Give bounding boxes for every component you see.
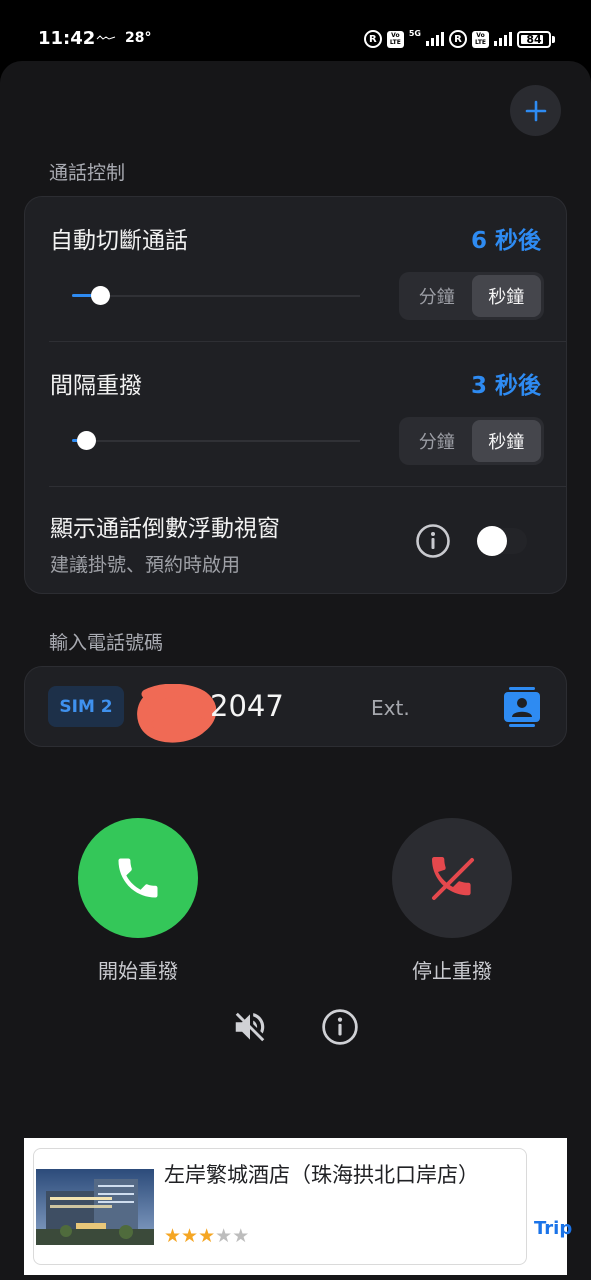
redial-interval-value: 3 秒後 bbox=[470, 373, 541, 399]
phone-number-input[interactable]: 2047 bbox=[210, 689, 284, 723]
floating-window-toggle[interactable] bbox=[477, 526, 527, 556]
start-redial-label: 開始重撥 bbox=[98, 959, 178, 983]
divider bbox=[49, 341, 566, 342]
auto-hangup-slider-thumb[interactable] bbox=[91, 286, 111, 305]
roaming-r-icon: R bbox=[363, 30, 382, 48]
extension-button[interactable]: Ext. bbox=[371, 696, 410, 720]
volte-icon: Vo LTE bbox=[386, 30, 404, 48]
auto-hangup-unit-toggle: 分鐘 秒鐘 bbox=[399, 272, 544, 320]
auto-hangup-slider-track[interactable] bbox=[72, 295, 360, 297]
ad-title[interactable]: 左岸繁城酒店（珠海拱北口岸店） bbox=[164, 1161, 504, 1190]
plus-icon bbox=[525, 100, 546, 121]
battery-icon: 84 bbox=[517, 30, 551, 48]
redial-interval-title: 間隔重撥 bbox=[50, 373, 142, 399]
status-icons: R Vo LTE 5G R Vo LTE 84 bbox=[363, 28, 555, 50]
ad-banner[interactable]: 左岸繁城酒店（珠海拱北口岸店） ★★★★★ Trip bbox=[24, 1138, 572, 1275]
ad-card[interactable]: 左岸繁城酒店（珠海拱北口岸店） ★★★★★ bbox=[33, 1148, 527, 1265]
battery-level: 84 bbox=[526, 32, 542, 46]
redial-interval-unit-minutes[interactable]: 分鐘 bbox=[402, 420, 472, 462]
call-control-card: 自動切斷通話 6 秒後 分鐘 秒鐘 間隔重撥 3 秒後 分鐘 秒鐘 顯示通話倒數… bbox=[24, 196, 567, 594]
floating-window-title: 顯示通話倒數浮動視窗 bbox=[50, 516, 280, 542]
info-icon[interactable] bbox=[321, 1008, 359, 1046]
stop-redial-label: 停止重撥 bbox=[412, 959, 492, 983]
auto-hangup-unit-minutes[interactable]: 分鐘 bbox=[402, 275, 472, 317]
roaming-r-icon: R bbox=[449, 30, 467, 48]
phone-off-icon bbox=[432, 857, 474, 900]
carrier-logo-icon bbox=[96, 35, 116, 40]
toggle-knob bbox=[477, 526, 507, 556]
add-button[interactable] bbox=[510, 85, 561, 136]
auto-hangup-value: 6 秒後 bbox=[470, 228, 541, 254]
signal-icon bbox=[494, 32, 512, 46]
star-icon: ★ bbox=[164, 1225, 182, 1247]
redial-interval-unit-seconds[interactable]: 秒鐘 bbox=[471, 420, 541, 462]
floating-window-subtitle: 建議掛號、預約時啟用 bbox=[50, 554, 241, 576]
redaction-scribble bbox=[137, 684, 217, 743]
signal-icon bbox=[426, 32, 444, 46]
status-temperature: 28° bbox=[125, 30, 152, 46]
ad-brand-logo[interactable]: Trip bbox=[534, 1218, 572, 1239]
mute-icon[interactable] bbox=[231, 1008, 269, 1046]
call-control-section-label: 通話控制 bbox=[49, 162, 126, 184]
star-icon: ★ bbox=[198, 1225, 216, 1247]
auto-hangup-title: 自動切斷通話 bbox=[50, 228, 188, 254]
sim-selector[interactable]: SIM 2 bbox=[48, 686, 124, 727]
stop-redial-button[interactable] bbox=[392, 818, 512, 938]
hotel-image bbox=[36, 1169, 154, 1245]
star-icon: ★ bbox=[181, 1225, 199, 1247]
auto-hangup-unit-seconds[interactable]: 秒鐘 bbox=[471, 275, 541, 317]
phone-input-section-label: 輸入電話號碼 bbox=[49, 632, 164, 654]
phone-icon bbox=[118, 858, 158, 898]
star-icon: ★ bbox=[215, 1225, 233, 1247]
contacts-icon[interactable] bbox=[503, 687, 541, 727]
info-icon[interactable] bbox=[415, 523, 451, 559]
star-icon: ★ bbox=[232, 1225, 250, 1247]
status-time: 11:42 bbox=[38, 28, 96, 49]
phone-input-card: SIM 2 2047 Ext. bbox=[24, 666, 567, 747]
redial-interval-unit-toggle: 分鐘 秒鐘 bbox=[399, 417, 544, 465]
redial-interval-slider-thumb[interactable] bbox=[76, 431, 96, 450]
divider bbox=[49, 486, 566, 487]
ad-rating: ★★★★★ bbox=[164, 1225, 249, 1247]
start-redial-button[interactable] bbox=[78, 818, 198, 938]
status-bar: 11:42 28° R Vo LTE 5G R Vo LTE 84 bbox=[0, 0, 591, 60]
network-type: 5G bbox=[408, 28, 421, 38]
redial-interval-slider-track[interactable] bbox=[72, 440, 360, 442]
battery-tip bbox=[552, 35, 555, 43]
volte-icon: Vo LTE bbox=[472, 30, 489, 48]
